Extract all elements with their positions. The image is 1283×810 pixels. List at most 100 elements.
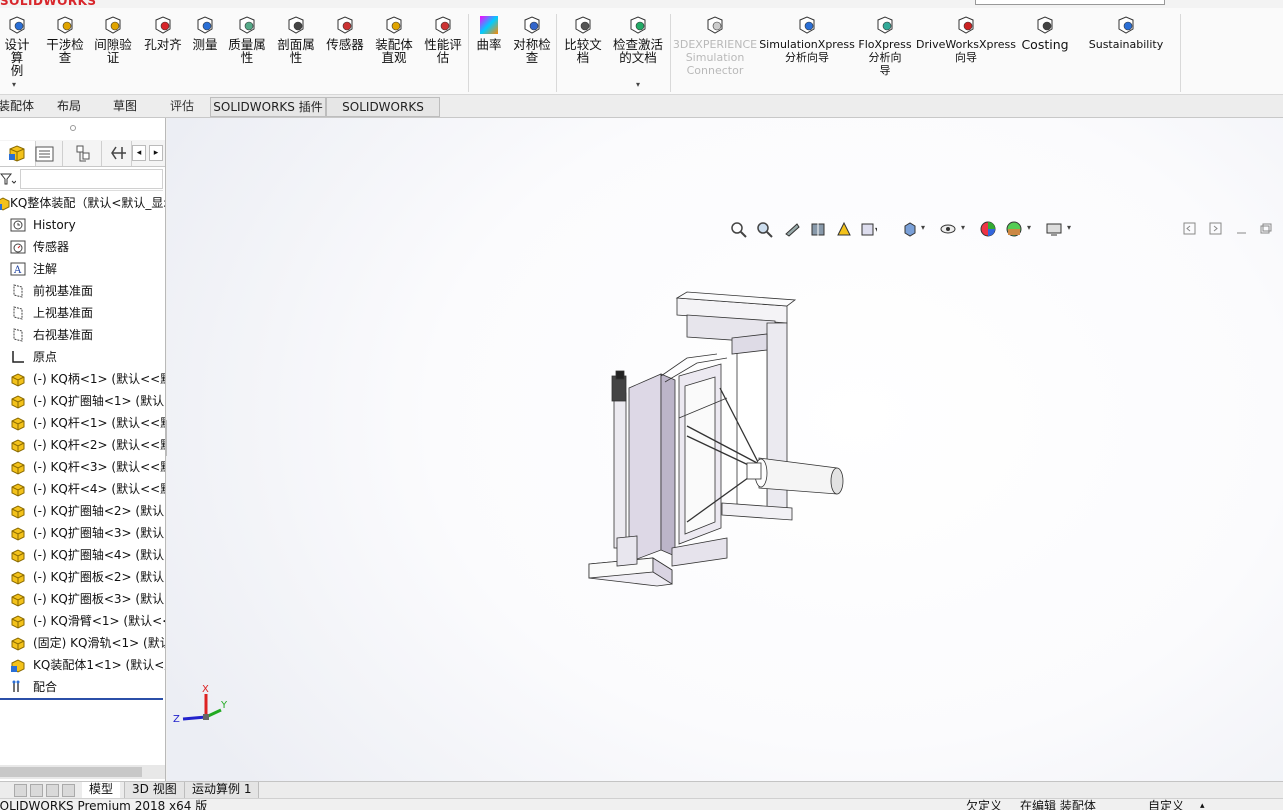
dynamic-annotation-views-icon[interactable]: [835, 220, 853, 238]
hide-show-dropdown[interactable]: ▾: [961, 223, 965, 232]
display-style-icon[interactable]: [901, 220, 919, 238]
tab-layout[interactable]: 布局: [44, 97, 94, 117]
tree-node[interactable]: 配合: [0, 676, 165, 698]
ribbon-button-symmetry-check[interactable]: 对称检 查: [509, 14, 555, 64]
ribbon-button-clearance-verification[interactable]: 间隙验 证: [90, 14, 136, 64]
status-units[interactable]: 自定义: [1148, 799, 1184, 810]
ribbon-dropdown-arrow[interactable]: ▾: [12, 80, 16, 89]
view-settings-dropdown[interactable]: ▾: [1067, 223, 1071, 232]
tree-node[interactable]: (-) KQ扩圈板<3> (默认<<默认>_显示状态 1>): [0, 588, 165, 610]
tree-node[interactable]: 上视基准面: [0, 302, 165, 324]
ribbon-button-performance-evaluation[interactable]: 性能评 估: [420, 14, 466, 64]
tree-node[interactable]: (-) KQ杆<4> (默认<<默认>_显示状态 1>): [0, 478, 165, 500]
tree-root-assembly[interactable]: KQ整体装配（默认<默认_显示状态-1>）: [0, 192, 165, 214]
hide-show-items-icon[interactable]: [939, 220, 957, 238]
assembly-model[interactable]: [588, 291, 844, 587]
panel-collapse-handle[interactable]: [70, 125, 76, 131]
ribbon-button-interference-check[interactable]: 干涉检 查: [42, 14, 88, 64]
ribbon-button-assemblyxpert[interactable]: 装配体 直观: [371, 14, 417, 64]
tab-model[interactable]: 模型: [82, 782, 121, 798]
ribbon-button-design-study[interactable]: 设计算 例: [0, 14, 34, 77]
tab-assembly[interactable]: 装配体: [0, 97, 36, 117]
tree-node[interactable]: (-) KQ扩圈板<2> (默认<<默认>_显示状态 1>): [0, 566, 165, 588]
tree-node[interactable]: (-) KQ扩圈轴<1> (默认<<默认>_显示状态 1>): [0, 390, 165, 412]
view-settings-icon[interactable]: [1045, 220, 1063, 238]
ribbon-button-measure[interactable]: 测量: [188, 14, 222, 51]
tree-node[interactable]: 传感器: [0, 236, 165, 258]
ribbon-button-sensor[interactable]: 传感器: [322, 14, 368, 51]
restore-icon[interactable]: [1259, 222, 1273, 236]
tab-motion-study[interactable]: 运动算例 1: [184, 782, 260, 798]
tabs-scroll-right-button[interactable]: ▸: [149, 145, 163, 161]
tab-evaluate[interactable]: 评估: [158, 97, 206, 117]
ribbon-button-section-properties[interactable]: 剖面属 性: [273, 14, 319, 64]
ribbon-button-simulationxpress[interactable]: SimulationXpress 分析向导: [759, 14, 855, 64]
tab-3d-view[interactable]: 3D 视图: [124, 782, 185, 798]
ribbon-dropdown-arrow[interactable]: ▾: [636, 80, 640, 89]
first-tab-button[interactable]: [14, 784, 27, 797]
filter-icon[interactable]: [0, 172, 16, 186]
next-tab-button[interactable]: [46, 784, 59, 797]
ribbon-button-mass-properties[interactable]: 质量属 性: [224, 14, 270, 64]
collapse-right-icon[interactable]: [1209, 222, 1223, 236]
part-icon: [11, 593, 25, 607]
dimxpertmanager-tab[interactable]: [104, 141, 132, 166]
zoom-to-fit-icon[interactable]: [729, 220, 747, 238]
tree-node[interactable]: 右视基准面: [0, 324, 165, 346]
part-icon: [11, 373, 25, 387]
scrollbar-thumb[interactable]: [0, 767, 142, 777]
units-dropdown-icon[interactable]: ▴: [1200, 799, 1205, 810]
previous-view-icon[interactable]: [783, 220, 801, 238]
tree-node[interactable]: (-) KQ杆<3> (默认<<默认>_显示状态 1>): [0, 456, 165, 478]
tree-node[interactable]: 前视基准面: [0, 280, 165, 302]
view-orientation-icon[interactable]: ▾: [859, 220, 877, 238]
coordinate-triad: X Y Z: [173, 684, 228, 725]
ribbon-button-floxpress[interactable]: FloXpress 分析向 导: [856, 14, 914, 77]
minimize-icon[interactable]: [1235, 222, 1249, 236]
tree-node[interactable]: (-) KQ滑臂<1> (默认<<默认>_显示状态 1>): [0, 610, 165, 632]
tree-node[interactable]: (-) KQ杆<2> (默认<<默认>_显示状态 1>): [0, 434, 165, 456]
edit-appearance-icon[interactable]: [979, 220, 997, 238]
ribbon-button-compare-documents[interactable]: 比较文 档: [560, 14, 606, 64]
filter-input[interactable]: [20, 169, 163, 189]
configurationmanager-icon: [76, 145, 90, 162]
graphics-area[interactable]: ▾ ▾ ▾ ▾ ▾ X Y Z: [167, 118, 1283, 781]
tree-node[interactable]: (-) KQ扩圈轴<3> (默认<<默认>_显示状态 1>): [0, 522, 165, 544]
ribbon-button-costing[interactable]: Costing: [1020, 14, 1070, 51]
tree-node[interactable]: (-) KQ扩圈轴<4> (默认<<默认>_显示状态 1>): [0, 544, 165, 566]
tree-node[interactable]: 原点: [0, 346, 165, 368]
tree-node-label: 原点: [33, 350, 58, 364]
ribbon-button-curvature[interactable]: 曲率: [474, 14, 504, 51]
ribbon-button-driveworksxpress[interactable]: DriveWorksXpress 向导: [916, 14, 1016, 64]
tree-node[interactable]: (-) KQ扩圈轴<2> (默认<<默认>_显示状态 1>): [0, 500, 165, 522]
tree-node[interactable]: (-) KQ杆<1> (默认<<默认>_显示状态 1>): [0, 412, 165, 434]
tree-horizontal-scrollbar[interactable]: [0, 765, 165, 779]
scene-dropdown[interactable]: ▾: [1027, 223, 1031, 232]
plane-icon: [13, 328, 23, 342]
tab-sketch[interactable]: 草图: [100, 97, 150, 117]
tree-node[interactable]: (固定) KQ滑轨<1> (默认<<默认>_显示状态 1>): [0, 632, 165, 654]
ribbon-button-check-active-document[interactable]: 检查激活 的文档: [608, 14, 668, 64]
tab-solidworks-mbd[interactable]: SOLIDWORKS MBD: [326, 97, 440, 133]
zoom-to-area-icon[interactable]: [755, 220, 773, 238]
tree-node[interactable]: KQ装配体1<1> (默认<默认_显示状态-1>): [0, 654, 165, 676]
propertymanager-tab[interactable]: [27, 141, 63, 166]
tabs-scroll-left-button[interactable]: ◂: [132, 145, 146, 161]
ribbon-button-sustainability[interactable]: Sustainability: [1084, 14, 1168, 51]
triad-z-label: Z: [173, 714, 180, 725]
search-input[interactable]: [975, 0, 1165, 5]
tree-node[interactable]: (-) KQ柄<1> (默认<<默认>_显示状态 1>): [0, 368, 165, 390]
display-style-dropdown[interactable]: ▾: [921, 223, 925, 232]
configurationmanager-tab[interactable]: [66, 141, 102, 166]
last-tab-button[interactable]: [62, 784, 75, 797]
tree-node-label: 注解: [33, 262, 58, 276]
tab-solidworks-addins[interactable]: SOLIDWORKS 插件: [210, 97, 326, 117]
tree-node[interactable]: A 注解: [0, 258, 165, 280]
tree-node[interactable]: History: [0, 214, 165, 236]
prev-tab-button[interactable]: [30, 784, 43, 797]
ribbon-button-3dexperience[interactable]: 3DEXPERIENCE Simulation Connector: [672, 14, 758, 77]
section-view-icon[interactable]: [809, 220, 827, 238]
apply-scene-icon[interactable]: [1005, 220, 1023, 238]
collapse-left-icon[interactable]: [1183, 222, 1197, 236]
ribbon-button-hole-alignment[interactable]: 孔对齐: [140, 14, 186, 51]
